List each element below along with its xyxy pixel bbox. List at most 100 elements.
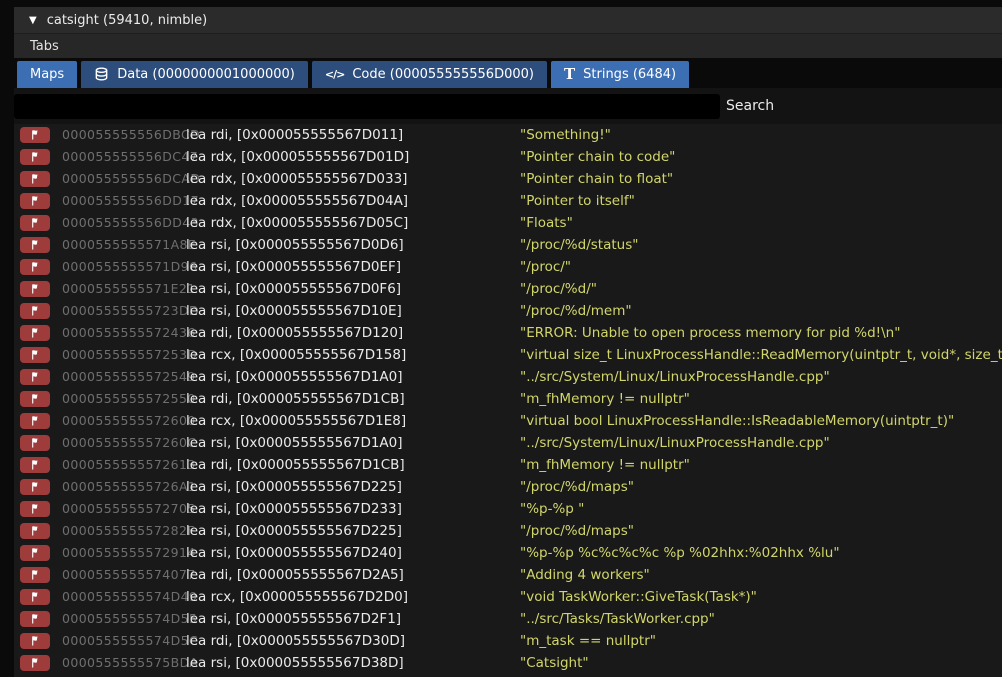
search-label: Search <box>726 98 775 114</box>
row-instruction: lea rsi, [0x000055555567D240] <box>186 545 402 561</box>
row-instruction: lea rsi, [0x000055555567D38D] <box>186 655 404 671</box>
row-address: 0000555555571E21 <box>62 281 196 296</box>
string-row[interactable]: 00005555555723DD lea rsi, [0x00005555556… <box>14 300 1002 322</box>
string-row[interactable]: 000055555556DCAD lea rdx, [0x00005555556… <box>14 168 1002 190</box>
row-string: "virtual bool LinuxProcessHandle::IsRead… <box>520 413 955 429</box>
string-row[interactable]: 000055555556DBCD lea rdi, [0x00005555556… <box>14 124 1002 146</box>
row-address: 00005555555723DD <box>62 303 199 318</box>
row-instruction: lea rsi, [0x000055555567D225] <box>186 523 402 539</box>
row-instruction: lea rcx, [0x000055555567D2D0] <box>186 589 409 605</box>
flag-icon <box>20 127 50 143</box>
string-row[interactable]: 0000555555574D5C lea rdi, [0x00005555556… <box>14 630 1002 652</box>
string-row[interactable]: 0000555555572914 lea rsi, [0x00005555556… <box>14 542 1002 564</box>
row-address: 0000555555574D5C <box>62 633 199 648</box>
string-row[interactable]: 000055555557253D lea rcx, [0x00005555556… <box>14 344 1002 366</box>
string-row[interactable]: 0000555555572613 lea rdi, [0x00005555556… <box>14 454 1002 476</box>
flag-icon <box>20 523 50 539</box>
string-row[interactable]: 0000555555572550 lea rdi, [0x00005555556… <box>14 388 1002 410</box>
tab-data[interactable]: Data (0000000001000000) <box>81 61 308 88</box>
string-row[interactable]: 0000555555571D96 lea rsi, [0x00005555556… <box>14 256 1002 278</box>
string-row[interactable]: 000055555556DD43 lea rdx, [0x00005555556… <box>14 212 1002 234</box>
row-string: "Pointer to itself" <box>520 193 635 209</box>
row-address: 000055555557260C <box>62 435 197 450</box>
tab-maps[interactable]: Maps <box>17 61 78 88</box>
string-row[interactable]: 00005555555726A1 lea rsi, [0x00005555556… <box>14 476 1002 498</box>
tab-maps-label: Maps <box>30 67 65 82</box>
menu-bar: Tabs <box>14 33 1002 58</box>
row-instruction: lea rcx, [0x000055555567D1E8] <box>186 413 407 429</box>
row-instruction: lea rsi, [0x000055555567D0D6] <box>186 237 404 253</box>
row-instruction: lea rsi, [0x000055555567D1A0] <box>186 369 403 385</box>
string-row[interactable]: 0000555555574077 lea rdi, [0x00005555556… <box>14 564 1002 586</box>
row-string: "Something!" <box>520 127 611 143</box>
row-string: "../src/System/Linux/LinuxProcessHandle.… <box>520 435 830 451</box>
row-string: "void TaskWorker::GiveTask(Task*)" <box>520 589 757 605</box>
row-address: 000055555557282F <box>62 523 195 538</box>
string-row[interactable]: 000055555557282F lea rsi, [0x00005555556… <box>14 520 1002 542</box>
flag-icon <box>20 655 50 671</box>
string-row[interactable]: 0000555555571E21 lea rsi, [0x00005555556… <box>14 278 1002 300</box>
flag-icon <box>20 611 50 627</box>
strings-list[interactable]: 000055555556DBCD lea rdi, [0x00005555556… <box>14 124 1002 677</box>
row-instruction: lea rdi, [0x000055555567D120] <box>186 325 404 341</box>
search-input[interactable] <box>14 93 720 119</box>
string-row[interactable]: 0000555555574D49 lea rcx, [0x00005555556… <box>14 586 1002 608</box>
row-string: "m_fhMemory != nullptr" <box>520 457 690 473</box>
tab-code[interactable]: </> Code (000055555556D000) <box>311 61 547 88</box>
row-address: 0000555555572705 <box>62 501 196 516</box>
string-row[interactable]: 0000555555574D55 lea rsi, [0x00005555556… <box>14 608 1002 630</box>
row-instruction: lea rcx, [0x000055555567D158] <box>186 347 407 363</box>
tab-strip: Maps Data (0000000001000000) </> Code (0… <box>14 61 1002 88</box>
menu-item-tabs[interactable]: Tabs <box>30 39 59 54</box>
flag-icon <box>20 237 50 253</box>
string-row[interactable]: 0000555555571A8E lea rsi, [0x00005555556… <box>14 234 1002 256</box>
strings-panel: Search 000055555556DBCD lea rdi, [0x0000… <box>14 88 1002 677</box>
app-window: ▼ catsight (59410, nimble) Tabs Maps Dat… <box>14 7 1002 677</box>
row-instruction: lea rsi, [0x000055555567D1A0] <box>186 435 403 451</box>
row-string: "m_task == nullptr" <box>520 633 656 649</box>
string-row[interactable]: 000055555556DC47 lea rdx, [0x00005555556… <box>14 146 1002 168</box>
row-instruction: lea rdi, [0x000055555567D1CB] <box>186 391 405 407</box>
row-address: 0000555555574D49 <box>62 589 198 604</box>
tab-data-label: Data (0000000001000000) <box>117 67 295 82</box>
string-row[interactable]: 000055555557260C lea rsi, [0x00005555556… <box>14 432 1002 454</box>
flag-icon <box>20 215 50 231</box>
row-string: "/proc/%d/status" <box>520 237 639 253</box>
string-row[interactable]: 0000555555572600 lea rcx, [0x00005555556… <box>14 410 1002 432</box>
string-row[interactable]: 0000555555575BDA lea rsi, [0x00005555556… <box>14 652 1002 674</box>
row-instruction: lea rdi, [0x000055555567D011] <box>186 127 404 143</box>
row-instruction: lea rdx, [0x000055555567D01D] <box>186 149 410 165</box>
row-string: "/proc/%d/maps" <box>520 479 634 495</box>
flag-icon <box>20 347 50 363</box>
row-instruction: lea rsi, [0x000055555567D2F1] <box>186 611 402 627</box>
text-icon: T <box>563 65 576 83</box>
row-instruction: lea rsi, [0x000055555567D10E] <box>186 303 402 319</box>
string-row[interactable]: 0000555555572705 lea rsi, [0x00005555556… <box>14 498 1002 520</box>
row-address: 0000555555572436 <box>62 325 196 340</box>
row-address: 000055555556DC47 <box>62 149 199 164</box>
string-row[interactable]: 000055555556DD17 lea rdx, [0x00005555556… <box>14 190 1002 212</box>
flag-icon <box>20 633 50 649</box>
row-instruction: lea rdx, [0x000055555567D033] <box>186 171 408 187</box>
string-row[interactable]: 0000555555572549 lea rsi, [0x00005555556… <box>14 366 1002 388</box>
row-instruction: lea rdx, [0x000055555567D04A] <box>186 193 409 209</box>
collapse-triangle-icon[interactable]: ▼ <box>29 15 37 26</box>
row-string: "%p-%p " <box>520 501 585 517</box>
row-instruction: lea rdi, [0x000055555567D30D] <box>186 633 405 649</box>
flag-icon <box>20 391 50 407</box>
row-string: "Catsight" <box>520 655 589 671</box>
row-address: 0000555555574D55 <box>62 611 198 626</box>
row-string: "Adding 4 workers" <box>520 567 650 583</box>
tab-strings[interactable]: T Strings (6484) <box>550 61 690 88</box>
flag-icon <box>20 501 50 517</box>
row-address: 0000555555572550 <box>62 391 196 406</box>
row-string: "Floats" <box>520 215 573 231</box>
flag-icon <box>20 193 50 209</box>
flag-icon <box>20 435 50 451</box>
row-address: 0000555555572549 <box>62 369 196 384</box>
row-address: 000055555556DBCD <box>62 127 201 142</box>
code-icon: </> <box>324 68 345 81</box>
row-address: 0000555555572600 <box>62 413 196 428</box>
string-row[interactable]: 0000555555572436 lea rdi, [0x00005555556… <box>14 322 1002 344</box>
row-address: 000055555557253D <box>62 347 198 362</box>
